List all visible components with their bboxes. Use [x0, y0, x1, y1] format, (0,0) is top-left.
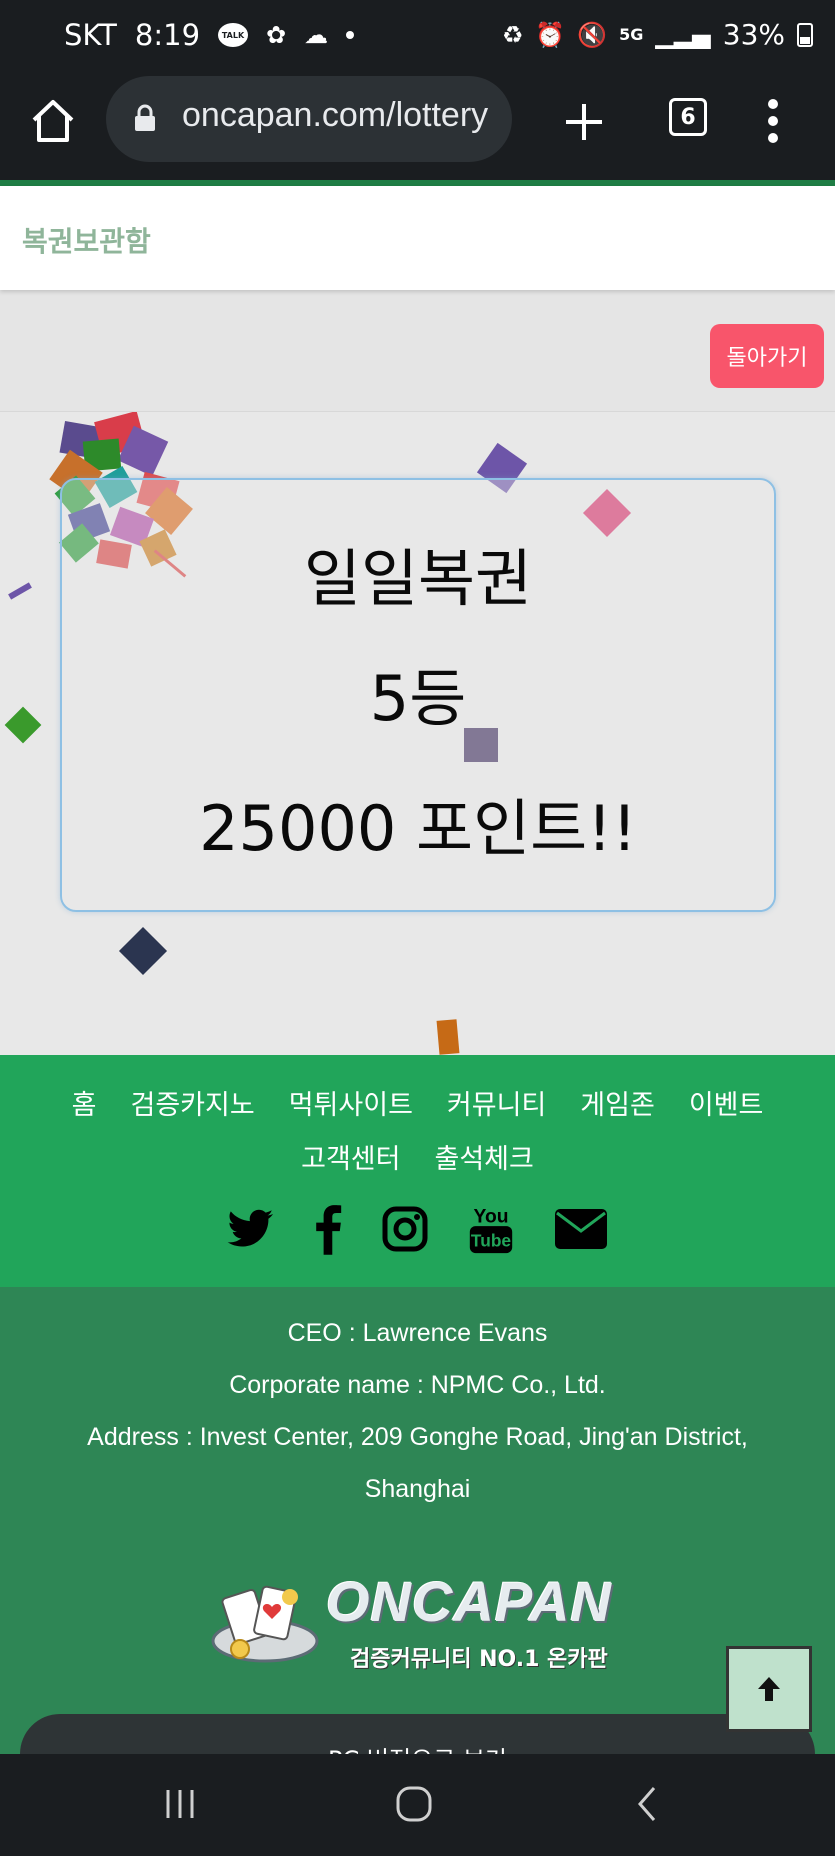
footer-nav: 홈 검증카지노 먹튀사이트 커뮤니티 게임존 이벤트 고객센터 출석체크 You…: [0, 1055, 835, 1287]
recycle-icon: ♻: [501, 20, 524, 49]
logo-tagline: 검증커뮤니티 NO.1 온카판: [350, 1647, 608, 1672]
kakaotalk-icon: TALK: [218, 23, 249, 47]
tab-switcher-button[interactable]: 6: [669, 98, 707, 136]
oncapan-logo[interactable]: ONCAPAN 검증커뮤니티 NO.1 온카판: [210, 1569, 620, 1679]
nav-link-verified-casino[interactable]: 검증카지노: [131, 1083, 255, 1122]
signal-icon: ▁▂▄: [655, 20, 711, 49]
nav-link-community[interactable]: 커뮤니티: [447, 1083, 546, 1122]
more-menu-icon[interactable]: [765, 96, 781, 146]
status-left: SKT 8:19 TALK ✿ ☁: [64, 18, 355, 52]
back-nav-icon[interactable]: [628, 1784, 668, 1824]
lottery-prize: 25000 포인트!!: [199, 792, 637, 865]
address-bar[interactable]: oncapan.com/lottery: [106, 76, 512, 162]
confetti-piece: [436, 1019, 460, 1055]
clock: 8:19: [134, 18, 201, 52]
page-header: 복권보관함: [0, 186, 835, 290]
lottery-result-card: 일일복권 5등 25000 포인트!!: [60, 478, 776, 912]
nav-link-attendance[interactable]: 출석체크: [435, 1137, 534, 1176]
alarm-icon: ⏰: [535, 20, 566, 49]
nav-link-scam-sites[interactable]: 먹튀사이트: [289, 1083, 413, 1122]
footer-address-city: Shanghai: [364, 1475, 471, 1503]
lottery-result-area: 일일복권 5등 25000 포인트!!: [0, 411, 835, 1055]
url-text: oncapan.com/lottery: [182, 96, 489, 134]
lottery-name: 일일복권: [303, 542, 533, 615]
status-bar: SKT 8:19 TALK ✿ ☁ ♻ ⏰ 🔇 5G ▁▂▄ 33%: [0, 0, 835, 72]
chat-icon: ☁: [304, 21, 329, 49]
logo-cards-icon: [211, 1585, 319, 1663]
android-navigation-bar: [0, 1754, 835, 1856]
nav-link-customer-center[interactable]: 고객센터: [301, 1137, 400, 1176]
svg-text:Tube: Tube: [470, 1230, 510, 1250]
nav-link-home[interactable]: 홈: [72, 1083, 97, 1122]
confetti-piece: [118, 926, 168, 976]
carrier: SKT: [64, 18, 117, 52]
recent-apps-icon[interactable]: [160, 1784, 200, 1824]
lock-icon: [135, 104, 155, 131]
back-button[interactable]: 돌아가기: [710, 324, 824, 388]
battery-icon: [797, 22, 813, 47]
site-footer: CEO : Lawrence Evans Corporate name : NP…: [0, 1287, 835, 1754]
battery-percent: 33%: [722, 18, 785, 51]
home-nav-icon[interactable]: [394, 1784, 434, 1824]
status-right: ♻ ⏰ 🔇 5G ▁▂▄ 33%: [502, 18, 813, 51]
nav-link-game-zone[interactable]: 게임존: [580, 1083, 655, 1122]
page-title: 복권보관함: [22, 225, 151, 258]
network-icon: 5G: [619, 25, 644, 44]
mute-icon: 🔇: [577, 20, 608, 49]
mail-icon[interactable]: [553, 1203, 609, 1255]
arrow-up-icon: [758, 1677, 780, 1701]
svg-text:You: You: [473, 1206, 508, 1227]
browser-toolbar: oncapan.com/lottery 6: [0, 72, 835, 180]
confetti-piece: [4, 706, 42, 744]
social-links: You Tube: [0, 1203, 835, 1255]
footer-corporate-name: Corporate name : NPMC Co., Ltd.: [229, 1371, 606, 1399]
app-notification-icon: ✿: [266, 21, 287, 49]
footer-nav-row: 고객센터 출석체크: [0, 1137, 835, 1176]
scroll-to-top-button[interactable]: [726, 1646, 812, 1732]
logo-wordmark: ONCAPAN: [326, 1570, 612, 1633]
footer-nav-row: 홈 검증카지노 먹튀사이트 커뮤니티 게임존 이벤트: [0, 1083, 835, 1122]
confetti-piece: [8, 582, 32, 600]
lottery-rank: 5등: [369, 662, 467, 735]
footer-address: Address : Invest Center, 209 Gonghe Road…: [87, 1423, 748, 1451]
home-icon[interactable]: [28, 96, 78, 146]
instagram-icon[interactable]: [381, 1203, 429, 1255]
facebook-icon[interactable]: [313, 1203, 343, 1255]
twitter-icon[interactable]: [227, 1203, 275, 1255]
new-tab-icon[interactable]: [560, 98, 608, 146]
more-notifications-icon: [346, 31, 355, 39]
nav-link-events[interactable]: 이벤트: [689, 1083, 764, 1122]
youtube-icon[interactable]: You Tube: [467, 1203, 515, 1255]
footer-ceo: CEO : Lawrence Evans: [287, 1319, 548, 1347]
